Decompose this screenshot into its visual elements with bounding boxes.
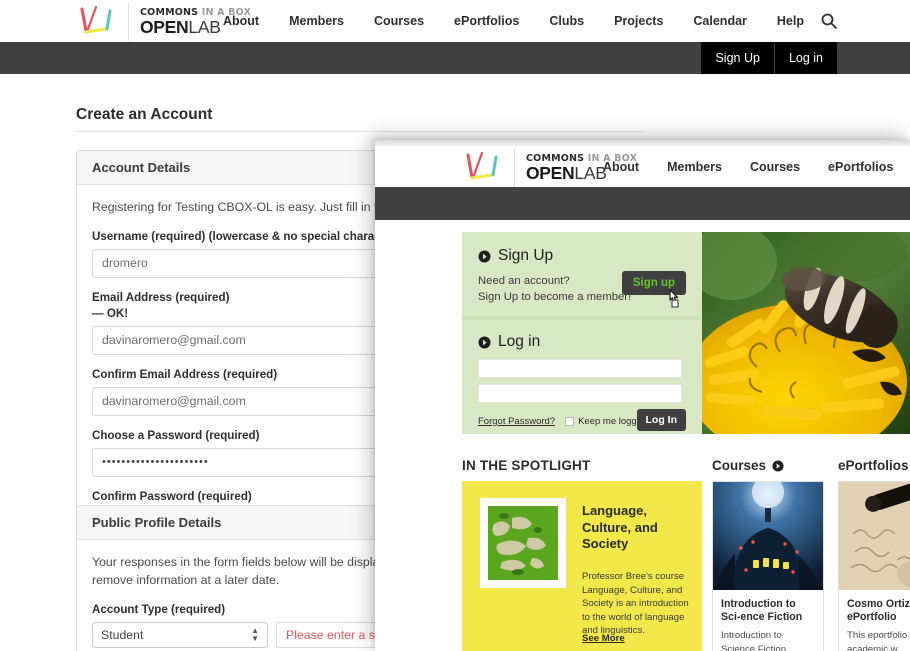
page-title: Create an Account — [76, 106, 213, 123]
chevron-updown-icon: ▲ ▼ — [251, 625, 259, 643]
popup-nav: About Members Courses ePortfolios Clubs … — [589, 146, 910, 187]
eportfolio-card-title: Cosmo Ortiz ePortfolio — [847, 598, 910, 624]
nav-item-calendar[interactable]: Calendar — [678, 14, 762, 28]
nav-item-courses[interactable]: Courses — [359, 14, 439, 28]
course-card-body: Introduction to Sci-ence Fiction Introdu… — [713, 590, 823, 651]
spotlight-description: Professor Bree's course Language, Cultur… — [582, 571, 689, 637]
logo-divider — [128, 3, 129, 41]
nav-item-clubs[interactable]: Clubs — [534, 14, 599, 28]
eportfolios-heading-text: ePortfolios — [838, 458, 909, 473]
checkbox-box-icon[interactable] — [565, 416, 575, 426]
courses-column-heading: Courses — [712, 458, 784, 473]
spotlight-thumbnail-image — [488, 506, 558, 580]
eportfolios-column-heading: ePortfolios — [838, 458, 909, 473]
signup-heading-row: Sign Up — [478, 247, 686, 265]
login-section: Log in Forgot Password? Keep me logged i… — [462, 320, 702, 433]
eportfolio-card-description: This eportfolio the academic w — [847, 630, 910, 651]
spotlight-card[interactable]: Language, Culture, and Society Professor… — [462, 481, 702, 651]
arrow-circle-right-icon[interactable] — [772, 459, 784, 472]
main-nav: About Members Courses ePortfolios Clubs … — [208, 0, 819, 42]
login-button[interactable]: Log In — [636, 409, 686, 431]
eportfolio-card-body: Cosmo Ortiz ePortfolio This eportfolio t… — [839, 590, 910, 651]
popup-header: COMMONS IN A BOX OPENLAB About Members C… — [375, 146, 910, 187]
spotlight-see-more-link[interactable]: See More — [582, 633, 625, 644]
signup-heading: Sign Up — [498, 247, 554, 264]
login-username-input[interactable] — [478, 359, 682, 378]
openlab-logo-icon — [80, 5, 112, 34]
auth-buttons: Sign Up Log in — [701, 42, 837, 74]
course-card-description: Introduction to Science Fiction combines… — [721, 630, 787, 651]
popup-content: Sign Up Need an account? Sign Up to beco… — [375, 220, 910, 651]
spotlight-title: Language, Culture, and Society — [582, 503, 658, 552]
logo-open-text: OPEN — [526, 162, 575, 183]
arrow-circle-right-icon — [478, 336, 491, 348]
nav-item-projects[interactable]: Projects — [599, 14, 678, 28]
signup-login-panel: Sign Up Need an account? Sign Up to beco… — [462, 232, 702, 434]
course-card[interactable]: Introduction to Sci-ence Fiction Introdu… — [712, 481, 824, 651]
logo-divider — [514, 149, 515, 187]
eportfolio-card[interactable]: Cosmo Ortiz ePortfolio This eportfolio t… — [838, 481, 910, 651]
account-type-value: Student — [101, 627, 144, 642]
eportfolio-card-image — [839, 482, 910, 590]
courses-heading-text: Courses — [712, 458, 767, 473]
log-in-button[interactable]: Log in — [774, 42, 837, 74]
popup-nav-item-about[interactable]: About — [589, 160, 653, 174]
forgot-password-link[interactable]: Forgot Password? — [478, 416, 555, 427]
sign-up-button[interactable]: Sign Up — [701, 42, 774, 74]
login-password-input[interactable] — [478, 384, 682, 403]
search-icon[interactable] — [820, 12, 838, 30]
title-divider — [76, 131, 644, 132]
course-card-title: Introduction to Sci-ence Fiction — [721, 598, 803, 624]
spotlight-thumbnail-frame — [480, 498, 566, 588]
account-type-select[interactable]: Student ▲ ▼ — [92, 621, 268, 648]
login-heading-row: Log in — [478, 333, 686, 351]
popup-nav-item-eportfolios[interactable]: ePortfolios — [814, 160, 907, 174]
main-header: COMMONS IN A BOX OPENLAB About Members C… — [0, 0, 910, 42]
course-card-image — [713, 482, 823, 590]
popup-nav-item-courses[interactable]: Courses — [736, 160, 814, 174]
screenshot-root: COMMONS IN A BOX OPENLAB About Members C… — [0, 0, 910, 651]
nav-item-members[interactable]: Members — [274, 14, 359, 28]
spotlight-heading: IN THE SPOTLIGHT — [462, 458, 591, 473]
nav-item-help[interactable]: Help — [762, 14, 819, 28]
login-heading: Log in — [498, 333, 541, 350]
main-dark-bar: Sign Up Log in — [0, 42, 910, 74]
hero-bee-image — [702, 232, 910, 434]
popup-nav-item-members[interactable]: Members — [653, 160, 736, 174]
logo-open-text: OPEN — [140, 16, 189, 37]
popup-dark-bar — [375, 187, 910, 220]
popup-browser-window[interactable]: COMMONS IN A BOX OPENLAB About Members C… — [375, 140, 910, 651]
nav-item-eportfolios[interactable]: ePortfolios — [439, 14, 534, 28]
signup-button[interactable]: Sign up — [621, 271, 686, 295]
arrow-circle-right-icon — [478, 250, 491, 262]
login-options-row: Forgot Password? Keep me logged in Log I… — [478, 409, 686, 433]
signup-section: Sign Up Need an account? Sign Up to beco… — [462, 232, 702, 316]
openlab-logo-icon — [466, 151, 498, 180]
nav-item-about[interactable]: About — [208, 14, 274, 28]
